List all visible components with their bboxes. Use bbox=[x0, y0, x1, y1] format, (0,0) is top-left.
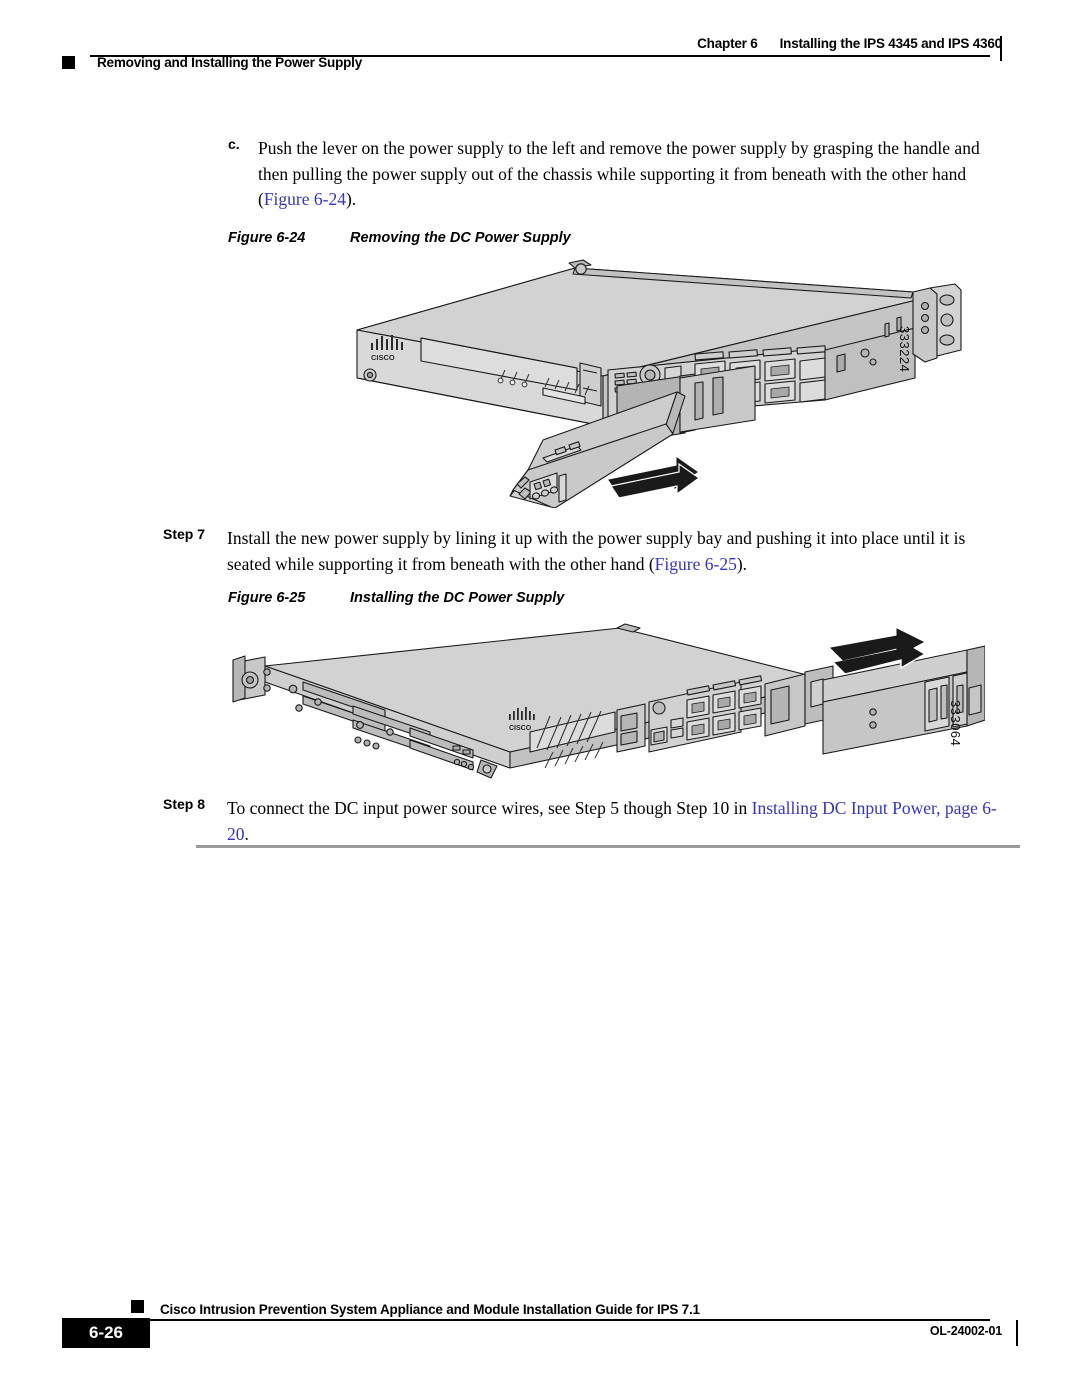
substep-c-text-lead: Push the lever on the power supply to th… bbox=[258, 138, 980, 209]
figure-24-svg: CISCO bbox=[356, 259, 962, 508]
svg-text:CISCO: CISCO bbox=[371, 353, 395, 362]
substep-c-text-tail: ). bbox=[345, 189, 357, 209]
step-8-label: Step 8 bbox=[163, 796, 206, 812]
footer-page-number: 6-26 bbox=[88, 1323, 124, 1342]
figure-25-artwork: CISCO 333064 bbox=[225, 620, 985, 790]
step-7-label: Step 7 bbox=[163, 526, 206, 542]
page-header: Chapter 6 Installing the IPS 4345 and IPS… bbox=[0, 0, 1080, 110]
header-chapter: Chapter 6 Installing the IPS 4345 and IPS… bbox=[697, 36, 1002, 51]
step-7-text: Install the new power supply by lining i… bbox=[227, 526, 1003, 577]
footer-end-bar bbox=[1015, 1320, 1018, 1346]
substep-c-text: Push the lever on the power supply to th… bbox=[258, 136, 1000, 213]
figure-25-caption-title: Installing the DC Power Supply bbox=[350, 590, 565, 606]
footer-document-number: OL-24002-01 bbox=[929, 1324, 1002, 1338]
figure-24-art-id: 333224 bbox=[897, 326, 912, 373]
figure-24-artwork: CISCO 333224 bbox=[225, 258, 985, 508]
substep-c-marker: c. bbox=[228, 136, 240, 152]
header-chapter-label: Chapter 6 bbox=[697, 36, 758, 51]
header-bullet-square-icon bbox=[62, 56, 75, 69]
figure-25-caption-number: Figure 6-25 bbox=[228, 590, 306, 606]
figure-24-caption-title: Removing the DC Power Supply bbox=[350, 230, 571, 246]
footer-guide-title: Cisco Intrusion Prevention System Applia… bbox=[160, 1302, 700, 1317]
document-page: Chapter 6 Installing the IPS 4345 and IPS… bbox=[0, 0, 1080, 1397]
step-8-text: To connect the DC input power source wir… bbox=[227, 796, 1003, 847]
figure-24-caption-number: Figure 6-24 bbox=[228, 230, 306, 246]
step-7-text-lead: Install the new power supply by lining i… bbox=[227, 528, 966, 574]
svg-text:CISCO: CISCO bbox=[509, 725, 532, 732]
footer-bullet-square-icon bbox=[131, 1300, 144, 1313]
figure-24-caption: Figure 6-24 Removing the DC Power Supply bbox=[228, 230, 571, 246]
step-7-xref-figure-6-25[interactable]: Figure 6-25 bbox=[655, 554, 737, 574]
step-8-text-tail: . bbox=[244, 823, 249, 844]
step-8-text-lead: To connect the DC input power source wir… bbox=[227, 798, 752, 818]
header-chapter-title: Installing the IPS 4345 and IPS 4360 bbox=[779, 36, 1003, 51]
section-divider-rule bbox=[196, 845, 1020, 848]
substep-c: c. Push the lever on the power supply to… bbox=[228, 136, 1000, 213]
step-8: Step 8 To connect the DC input power sou… bbox=[163, 796, 1003, 847]
substep-c-xref-figure-6-24[interactable]: Figure 6-24 bbox=[264, 189, 346, 209]
footer-rule bbox=[145, 1319, 990, 1321]
header-section-title: Removing and Installing the Power Supply bbox=[97, 55, 363, 70]
figure-25-svg: CISCO bbox=[232, 623, 985, 779]
figure-25-art-id: 333064 bbox=[948, 700, 963, 747]
step-7-text-tail: ). bbox=[736, 553, 748, 574]
figure-25-caption: Figure 6-25 Installing the DC Power Suppl… bbox=[228, 590, 564, 606]
step-7: Step 7 Install the new power supply by l… bbox=[163, 526, 1003, 577]
